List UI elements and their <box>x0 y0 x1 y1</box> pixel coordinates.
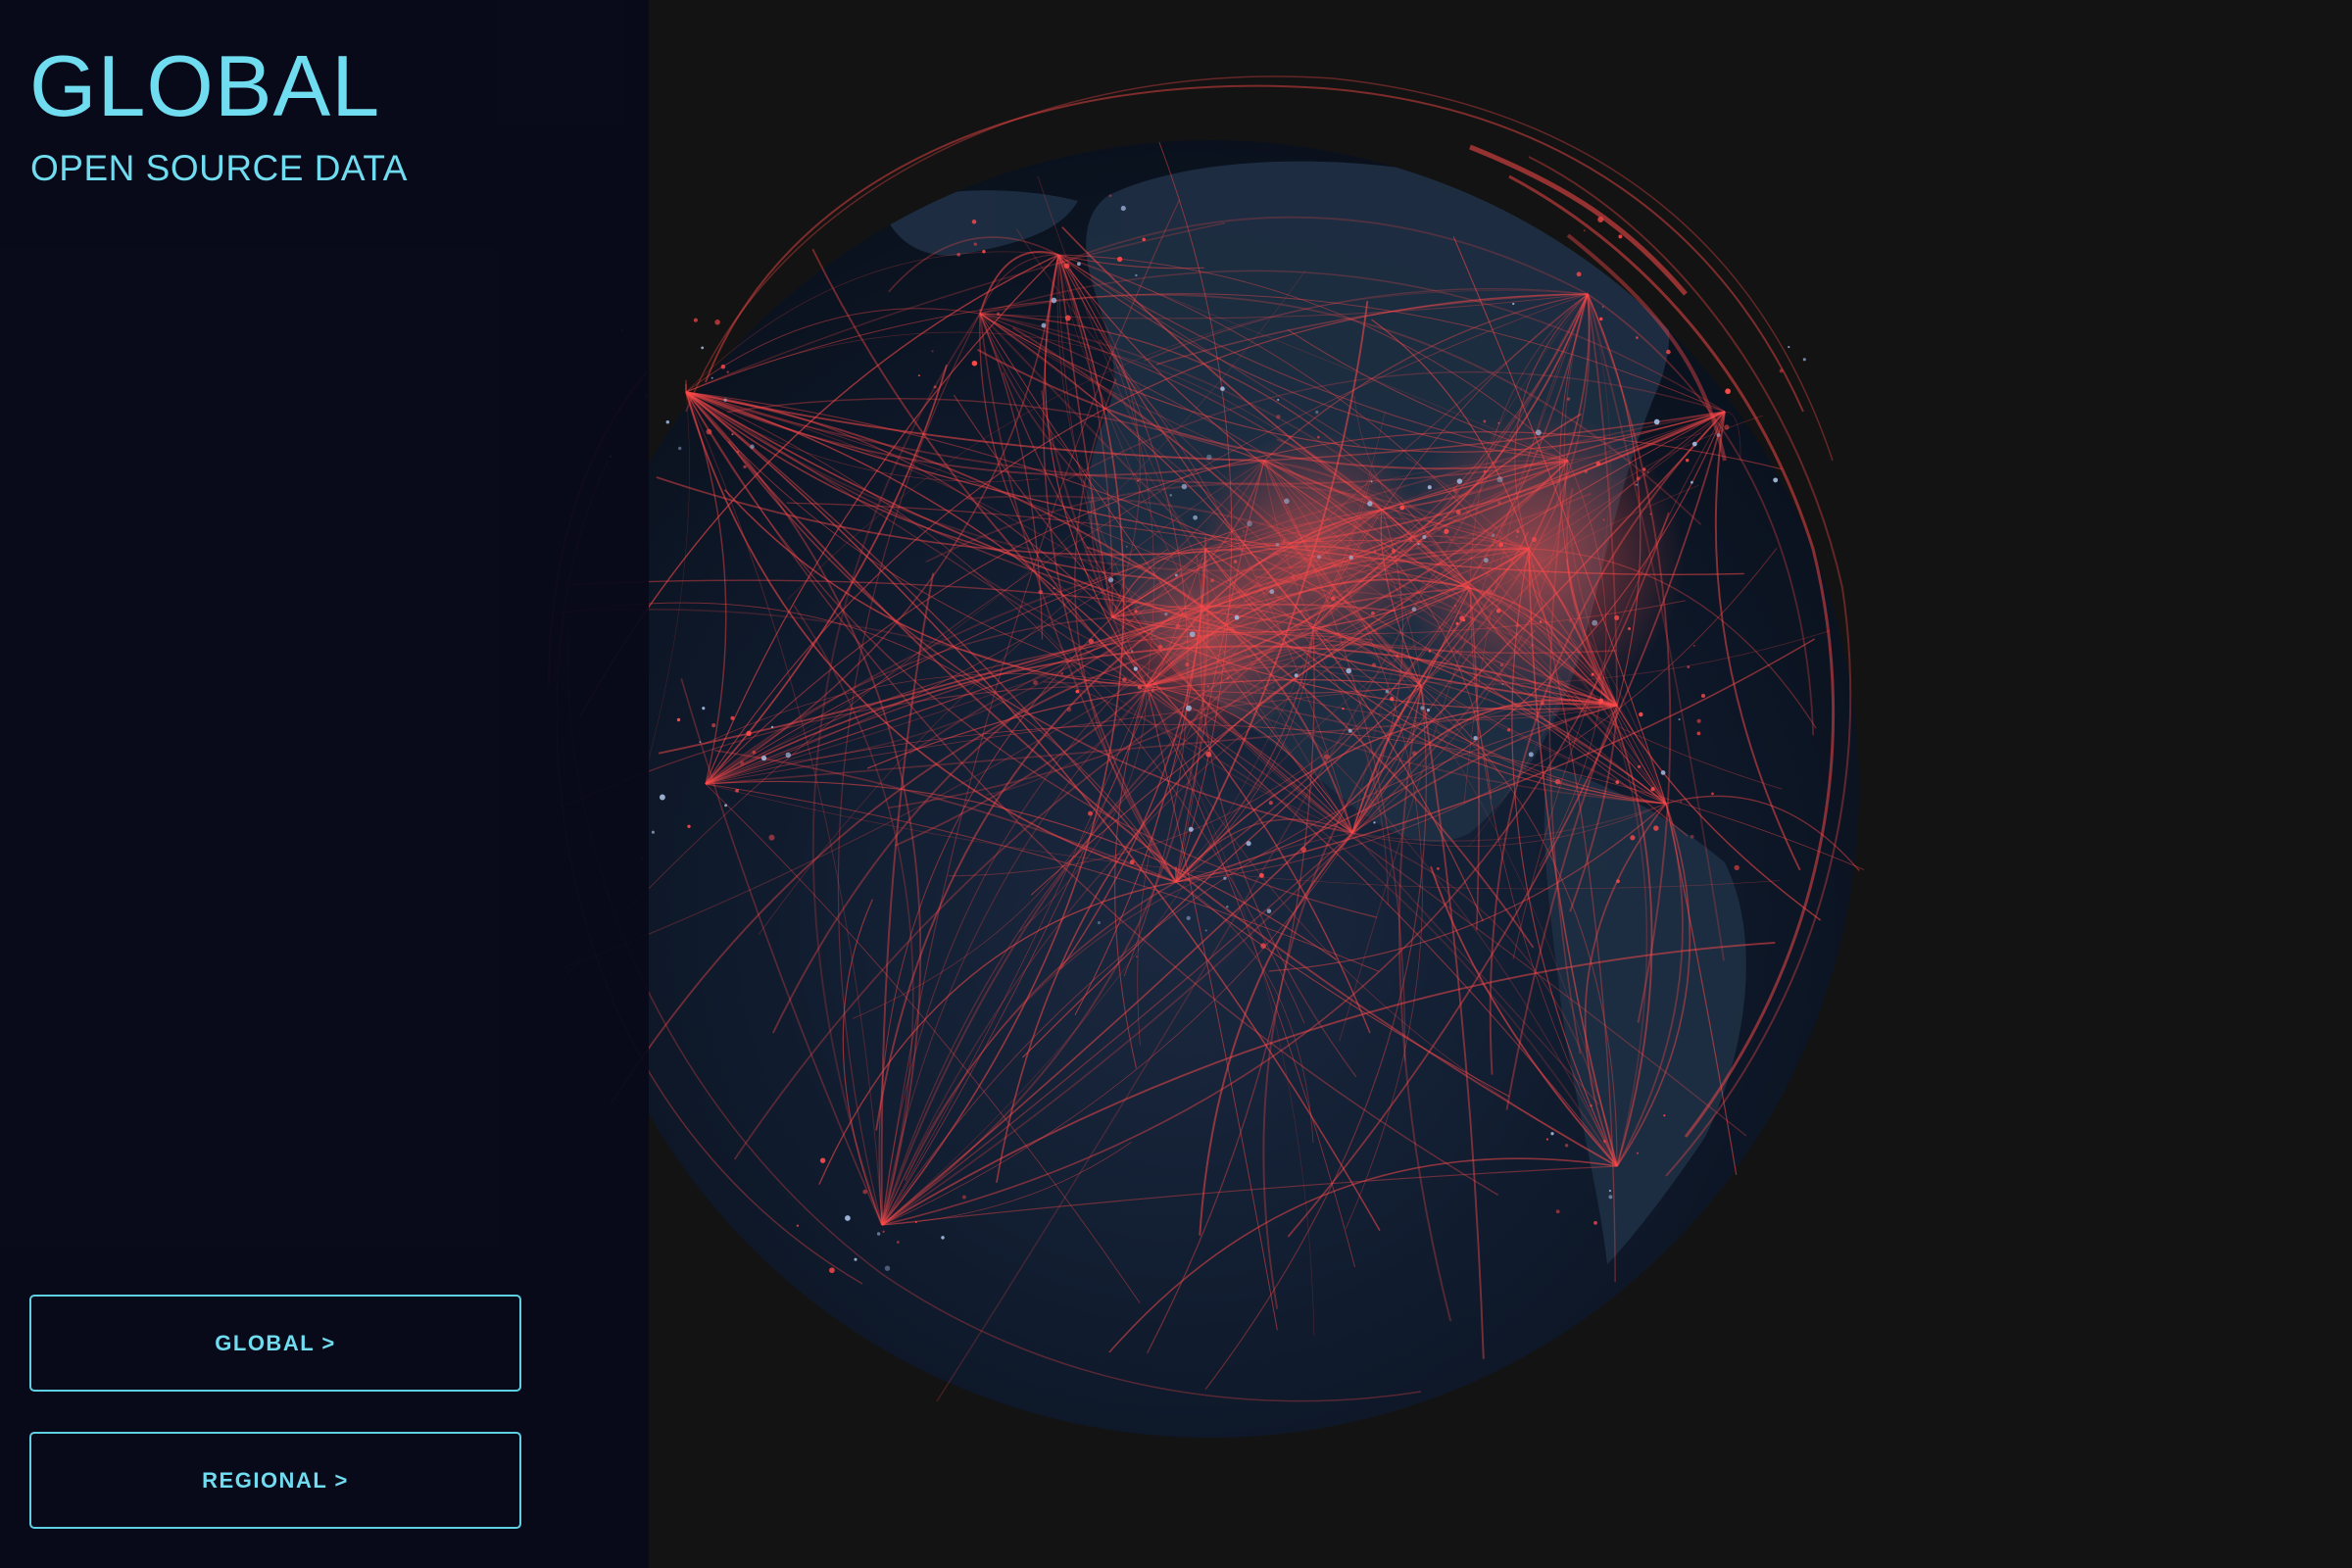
sidebar-panel: GLOBAL OPEN SOURCE DATA GLOBAL > REGIONA… <box>0 0 649 1568</box>
global-view-button[interactable]: GLOBAL > <box>29 1295 521 1392</box>
app-title: GLOBAL <box>29 37 381 134</box>
regional-view-button[interactable]: REGIONAL > <box>29 1432 521 1529</box>
app-subtitle: OPEN SOURCE DATA <box>30 148 408 188</box>
page: GLOBAL OPEN SOURCE DATA GLOBAL > REGIONA… <box>0 0 2352 1568</box>
